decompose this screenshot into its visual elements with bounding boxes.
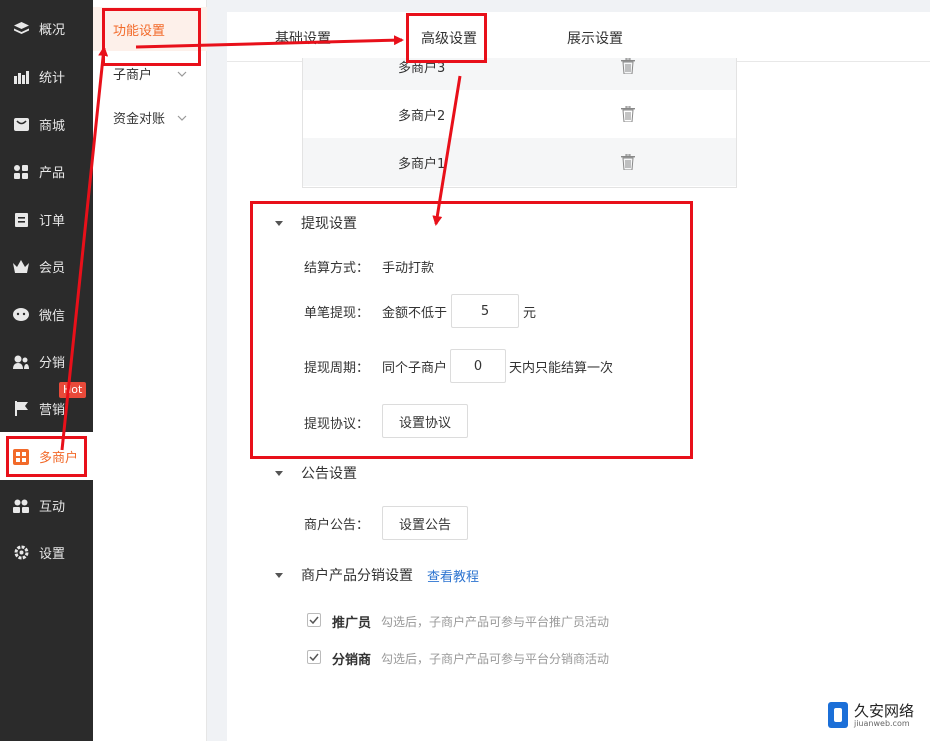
nav-item-stats[interactable]: 统计 (0, 53, 93, 100)
chart-icon (13, 69, 29, 85)
merchant-notice-label: 商户公告： (304, 518, 370, 533)
merchant-table: 多商户3 多商户2 多商户1 (302, 58, 737, 188)
settings-tabs: 基础设置 高级设置 展示设置 (227, 12, 930, 62)
trash-icon[interactable] (621, 153, 635, 171)
people-icon (13, 498, 29, 514)
tab-display-settings[interactable]: 展示设置 (567, 28, 623, 48)
users-icon (13, 354, 29, 370)
layers-icon (13, 21, 29, 37)
chevron-down-icon (177, 110, 187, 125)
view-tutorial-link[interactable]: 查看教程 (427, 566, 479, 585)
nav-item-mall[interactable]: 商城 (0, 101, 93, 148)
nav-item-interaction[interactable]: 互动 (0, 482, 93, 529)
nav-item-label: 营销 (39, 403, 66, 418)
promoter-checkbox[interactable] (307, 613, 321, 627)
merchant-name: 多商户2 (398, 108, 446, 124)
caret-down-icon (275, 572, 283, 578)
nav-item-products[interactable]: 产品 (0, 148, 93, 195)
table-row: 多商户2 (303, 90, 736, 138)
tab-basic-settings[interactable]: 基础设置 (275, 28, 331, 48)
gear-icon (13, 545, 29, 561)
table-row: 多商户1 (303, 138, 736, 186)
annotation-box-advanced-tab (406, 13, 487, 63)
annotation-box-withdraw-section (250, 201, 693, 459)
distributor-label: 分销商 (332, 653, 372, 668)
caret-down-icon (275, 470, 283, 476)
nav-item-overview[interactable]: 概况 (0, 5, 93, 52)
trash-icon[interactable] (621, 58, 635, 75)
annotation-box-feature-settings (102, 8, 201, 66)
merchant-name: 多商户1 (398, 156, 446, 172)
distributor-hint: 勾选后，子商户产品可参与平台分销商活动 (381, 652, 610, 666)
clipboard-icon (13, 212, 29, 228)
nav-item-settings[interactable]: 设置 (0, 529, 93, 576)
watermark-logo-icon (827, 702, 848, 728)
distributor-checkbox[interactable] (307, 650, 321, 664)
distribution-section-header[interactable]: 商户产品分销设置 查看教程 (275, 565, 479, 585)
annotation-box-multi-merchant (6, 436, 87, 477)
crown-icon (13, 259, 29, 275)
nav-item-label: 产品 (39, 166, 66, 181)
nav-item-label: 概况 (39, 23, 66, 38)
notice-section-title: 公告设置 (301, 466, 357, 482)
promoter-label: 推广员 (332, 616, 372, 631)
site-watermark: 久安网络 jiuanweb.com (827, 701, 914, 728)
nav-item-wechat[interactable]: 微信 (0, 291, 93, 338)
distribution-section-title: 商户产品分销设置 (301, 568, 413, 584)
set-notice-button[interactable]: 设置公告 (382, 506, 469, 540)
submenu-item-fund-reconciliation[interactable]: 资金对账 (93, 95, 207, 139)
hot-badge: Hot (59, 382, 87, 398)
store-icon (13, 117, 29, 133)
submenu-item-label: 资金对账 (113, 111, 166, 127)
main-sidebar: 概况 统计 商城 产品 订单 会员 微信 分销 营销 多商户 互动 设置 Hot (0, 0, 93, 741)
flag-icon (13, 401, 29, 417)
secondary-menu: 功能设置 子商户 资金对账 (93, 0, 207, 741)
wechat-icon (13, 307, 29, 323)
chevron-down-icon (177, 66, 187, 81)
watermark-domain: jiuanweb.com (853, 718, 910, 728)
nav-item-label: 互动 (39, 500, 66, 515)
grid-icon (13, 164, 29, 180)
notice-section-header[interactable]: 公告设置 (275, 463, 357, 483)
nav-item-label: 分销 (39, 356, 66, 371)
nav-item-label: 统计 (39, 71, 66, 86)
table-row: 多商户3 (303, 58, 736, 90)
watermark-name: 久安网络 (853, 701, 914, 720)
nav-item-distribution[interactable]: 分销 (0, 338, 93, 385)
nav-item-label: 订单 (39, 214, 66, 229)
nav-item-label: 设置 (39, 547, 66, 562)
promoter-hint: 勾选后，子商户产品可参与平台推广员活动 (381, 615, 610, 629)
nav-item-label: 商城 (39, 119, 66, 134)
nav-item-orders[interactable]: 订单 (0, 196, 93, 243)
nav-item-label: 会员 (39, 261, 66, 276)
nav-item-label: 微信 (39, 309, 66, 324)
submenu-item-label: 子商户 (113, 67, 153, 83)
nav-item-members[interactable]: 会员 (0, 243, 93, 290)
trash-icon[interactable] (621, 105, 635, 123)
